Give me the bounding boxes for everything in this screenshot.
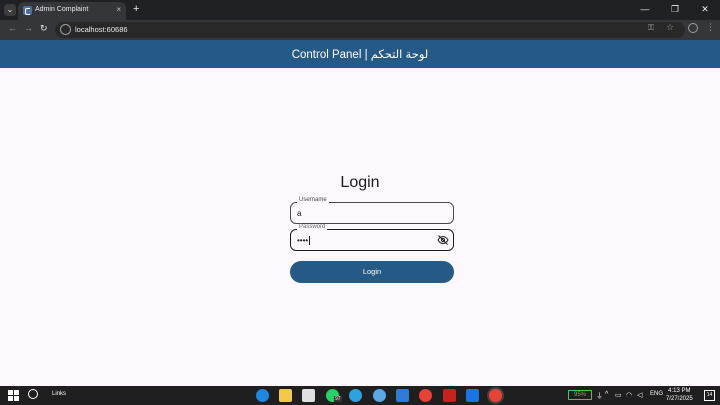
favicon-icon xyxy=(23,6,32,15)
menu-icon[interactable]: ⋮ xyxy=(706,22,715,33)
window-controls: — ❐ ✕ xyxy=(630,0,720,20)
links-toolbar-label[interactable]: Links xyxy=(52,391,66,397)
language-indicator[interactable]: ENG xyxy=(650,391,663,397)
tab-search-icon[interactable]: ⌄ xyxy=(4,4,16,16)
clock-time: 4:13 PM xyxy=(668,388,691,394)
clock-date: 7/27/2025 xyxy=(666,396,693,402)
bookmark-star-icon[interactable]: ☆ xyxy=(666,22,674,33)
username-field[interactable]: Username a xyxy=(290,197,454,224)
password-value-wrap: •••• xyxy=(297,236,311,246)
taskbar-clock[interactable]: 4:13 PM 7/27/2025 xyxy=(666,387,693,403)
chrome-active-icon[interactable] xyxy=(489,389,502,402)
whatsapp-badge: 97 xyxy=(334,396,342,402)
tab-title: Admin Complaint xyxy=(35,6,89,13)
new-tab-button[interactable]: + xyxy=(133,3,139,15)
profile-icon[interactable] xyxy=(688,23,698,33)
notification-center-icon[interactable]: 14 xyxy=(704,390,715,401)
app-icon-blue-circle[interactable] xyxy=(373,389,386,402)
app-bar: Control Panel | لوحة التحكم xyxy=(0,40,720,68)
app-icon-blue-square[interactable] xyxy=(466,389,479,402)
close-window-button[interactable]: ✕ xyxy=(690,0,720,20)
windows-start-icon[interactable] xyxy=(8,390,19,401)
network-icon[interactable]: ▭ xyxy=(615,391,622,399)
browser-toolbar: ← → ↻ localhost:60686 ⚿ ☆ ⋮ xyxy=(0,20,720,40)
chrome-icon[interactable] xyxy=(419,389,432,402)
password-field[interactable]: Password •••• xyxy=(290,224,454,251)
pdf-reader-icon[interactable] xyxy=(443,389,456,402)
browser-tab[interactable]: Admin Complaint × xyxy=(18,2,126,20)
login-button[interactable]: Login xyxy=(290,261,454,283)
taskbar: Links 97 95% ⏚ ^ ▭ ◠ ◁ ENG 4:13 PM 7/27/… xyxy=(0,386,720,405)
browser-tab-strip: ⌄ Admin Complaint × + — ❐ ✕ xyxy=(0,0,720,20)
username-value: a xyxy=(297,209,302,218)
volume-icon[interactable]: ◁ xyxy=(637,391,642,399)
page-title: Control Panel | لوحة التحكم xyxy=(291,49,429,61)
username-label: Username xyxy=(297,197,329,203)
password-key-icon[interactable]: ⚿ xyxy=(648,23,654,33)
restore-button[interactable]: ❐ xyxy=(660,0,690,20)
login-heading: Login xyxy=(340,174,380,191)
search-icon[interactable] xyxy=(28,389,38,399)
vscode-icon[interactable] xyxy=(396,389,409,402)
password-value: •••• xyxy=(297,236,309,245)
text-caret xyxy=(309,236,311,246)
edge-app-icon[interactable] xyxy=(256,389,269,402)
wifi-icon[interactable]: ◠ xyxy=(626,391,632,399)
tray-chevron-icon[interactable]: ^ xyxy=(605,391,608,398)
back-icon[interactable]: ← xyxy=(8,23,17,33)
file-explorer-icon[interactable] xyxy=(279,389,292,402)
address-bar[interactable]: localhost:60686 xyxy=(55,22,685,38)
telegram-icon[interactable] xyxy=(349,389,362,402)
tab-close-icon[interactable]: × xyxy=(116,5,121,14)
url-text[interactable]: localhost:60686 xyxy=(75,25,128,34)
power-icon[interactable]: ⏚ xyxy=(596,391,603,401)
password-label: Password xyxy=(297,224,328,230)
minimize-button[interactable]: — xyxy=(630,0,660,20)
site-info-icon[interactable] xyxy=(60,24,71,35)
reload-icon[interactable]: ↻ xyxy=(40,23,48,34)
battery-indicator[interactable]: 95% xyxy=(568,390,592,400)
forward-icon[interactable]: → xyxy=(24,23,33,33)
store-app-icon[interactable] xyxy=(302,389,315,402)
visibility-off-icon[interactable] xyxy=(437,234,449,246)
app-page: Control Panel | لوحة التحكم Login Userna… xyxy=(0,40,720,386)
